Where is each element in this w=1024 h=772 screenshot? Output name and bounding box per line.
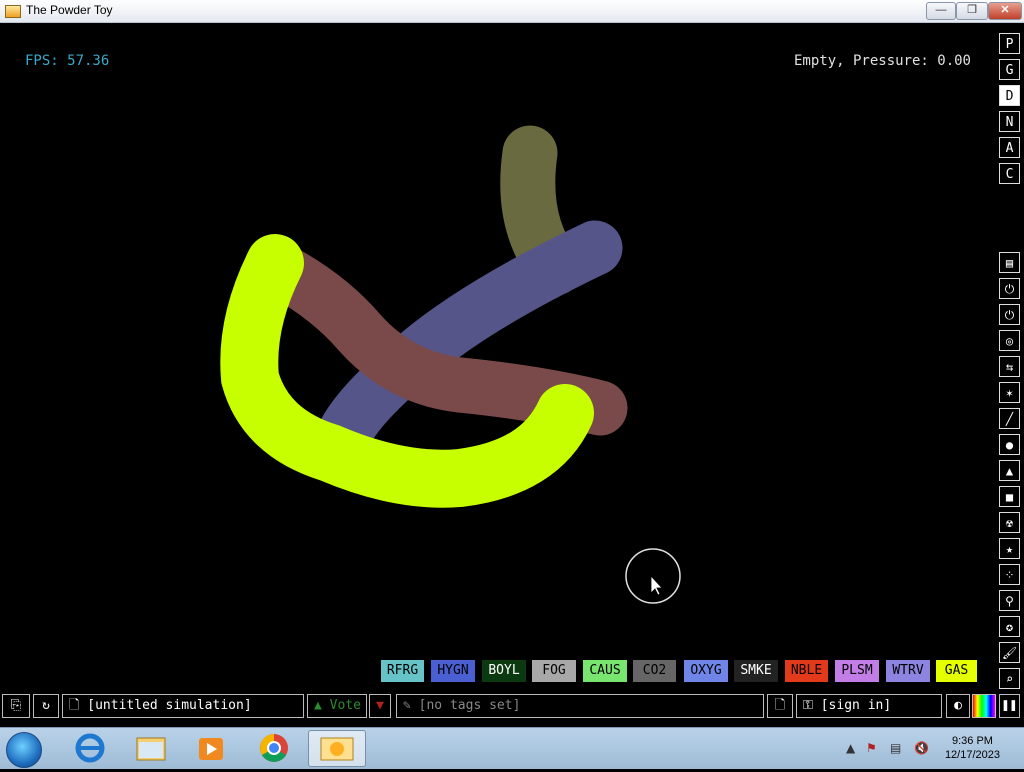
new-simulation-button[interactable]: 🗋 bbox=[767, 694, 793, 718]
window-title: The Powder Toy bbox=[26, 3, 113, 17]
element-caus[interactable]: CAUS bbox=[583, 660, 627, 682]
internet-explorer-icon[interactable] bbox=[64, 730, 116, 767]
clock-time: 9:36 PM bbox=[951, 735, 993, 747]
maximize-button[interactable]: ❐ bbox=[956, 2, 988, 20]
vote-down-button[interactable]: ▼ bbox=[369, 694, 391, 718]
tools-icon[interactable]: ⚲ bbox=[999, 590, 1020, 611]
element-boyl[interactable]: BOYL bbox=[482, 660, 526, 682]
app-icon bbox=[5, 5, 21, 18]
thumbs-up-icon: ▲ bbox=[314, 698, 322, 713]
element-oxyg[interactable]: OXYG bbox=[684, 660, 728, 682]
pause-button[interactable]: ❚❚ bbox=[999, 694, 1020, 718]
search-icon[interactable]: ⌕ bbox=[999, 668, 1020, 689]
element-hygn[interactable]: HYGN bbox=[431, 660, 475, 682]
sign-in-button[interactable]: ⚿ [sign in] bbox=[796, 694, 942, 718]
fps-counter: FPS: 57.36 bbox=[25, 53, 110, 69]
solids-icon[interactable]: ■ bbox=[999, 486, 1020, 507]
vote-up-button[interactable]: ▲ Vote bbox=[307, 694, 367, 718]
explosives-icon[interactable]: ✶ bbox=[999, 382, 1020, 403]
sign-in-label: [sign in] bbox=[820, 698, 892, 713]
powders-icon[interactable]: ▲ bbox=[999, 460, 1020, 481]
reload-button[interactable]: ↻ bbox=[33, 694, 59, 718]
open-save-button[interactable]: ⎘ bbox=[2, 694, 30, 718]
element-rfrg[interactable]: RFRG bbox=[381, 660, 424, 682]
settings-button[interactable]: ◐ bbox=[946, 694, 970, 718]
chrome-icon[interactable] bbox=[248, 730, 300, 767]
simulation-canvas[interactable]: FPS: 57.36 Empty, Pressure: 0.00 bbox=[0, 23, 1024, 690]
gases-icon[interactable]: ╱ bbox=[999, 408, 1020, 429]
minimize-button[interactable]: — bbox=[926, 2, 956, 20]
show-hidden-icons[interactable]: ▲ bbox=[846, 741, 855, 755]
menu-letter-n[interactable]: N bbox=[999, 111, 1020, 132]
volume-muted-icon[interactable]: 🔇 bbox=[914, 741, 929, 755]
power-icon[interactable]: ⏻ bbox=[999, 304, 1020, 325]
tag-icon: ✎ bbox=[403, 698, 411, 713]
element-plsm[interactable]: PLSM bbox=[835, 660, 879, 682]
particle-drawing bbox=[220, 125, 681, 604]
special-icon[interactable]: ★ bbox=[999, 538, 1020, 559]
sim-name-box[interactable]: 🗋 [untitled simulation] bbox=[62, 694, 304, 718]
sim-name: [untitled simulation] bbox=[87, 698, 252, 713]
mouse-pointer-icon bbox=[650, 574, 663, 596]
document-icon: 🗋 bbox=[69, 698, 80, 713]
element-smke[interactable]: SMKE bbox=[734, 660, 778, 682]
walls-icon[interactable]: ▤ bbox=[999, 252, 1020, 273]
element-fog[interactable]: FOG bbox=[532, 660, 576, 682]
menu-letter-p[interactable]: P bbox=[999, 33, 1020, 54]
menu-letter-d[interactable]: D bbox=[999, 85, 1020, 106]
tags-box[interactable]: ✎ [no tags set] bbox=[396, 694, 764, 718]
taskbar: ▲ ⚑ ▤ 🔇 9:36 PM 12/17/2023 bbox=[0, 727, 1024, 769]
element-co2[interactable]: CO2 bbox=[633, 660, 676, 682]
decoration-icon[interactable]: 🖌 bbox=[999, 642, 1020, 663]
menu-letter-a[interactable]: A bbox=[999, 137, 1020, 158]
favorites-icon[interactable]: ✪ bbox=[999, 616, 1020, 637]
key-icon: ⚿ bbox=[803, 698, 813, 713]
life-icon[interactable]: ⁘ bbox=[999, 564, 1020, 585]
file-explorer-icon[interactable] bbox=[125, 730, 177, 767]
radioactive-icon[interactable]: ☢ bbox=[999, 512, 1020, 533]
close-button[interactable]: ✕ bbox=[988, 2, 1022, 20]
element-wtrv[interactable]: WTRV bbox=[886, 660, 930, 682]
window-titlebar[interactable]: The Powder Toy — ❐ ✕ bbox=[0, 0, 1024, 23]
start-button[interactable] bbox=[6, 732, 42, 768]
liquids-icon[interactable]: ● bbox=[999, 434, 1020, 455]
vote-label: Vote bbox=[329, 698, 361, 713]
media-player-icon[interactable] bbox=[185, 730, 237, 767]
menu-letter-g[interactable]: G bbox=[999, 59, 1020, 80]
element-nble[interactable]: NBLE bbox=[785, 660, 828, 682]
menu-letter-c[interactable]: C bbox=[999, 163, 1020, 184]
tags-label: [no tags set] bbox=[418, 698, 521, 713]
force-icon[interactable]: ⇆ bbox=[999, 356, 1020, 377]
powder-toy-taskbar-icon[interactable] bbox=[308, 730, 366, 767]
network-icon[interactable]: ▤ bbox=[890, 741, 901, 755]
electronics-icon[interactable]: ⏻ bbox=[999, 278, 1020, 299]
clock[interactable]: 9:36 PM 12/17/2023 bbox=[945, 734, 1000, 762]
brush-cursor bbox=[625, 548, 681, 604]
sensors-icon[interactable]: ◎ bbox=[999, 330, 1020, 351]
status-readout: Empty, Pressure: 0.00 bbox=[793, 53, 971, 69]
element-gas[interactable]: GAS bbox=[936, 660, 977, 682]
clock-date: 12/17/2023 bbox=[944, 749, 1000, 761]
action-center-icon[interactable]: ⚑ bbox=[866, 741, 877, 755]
render-options-button[interactable] bbox=[972, 694, 996, 718]
